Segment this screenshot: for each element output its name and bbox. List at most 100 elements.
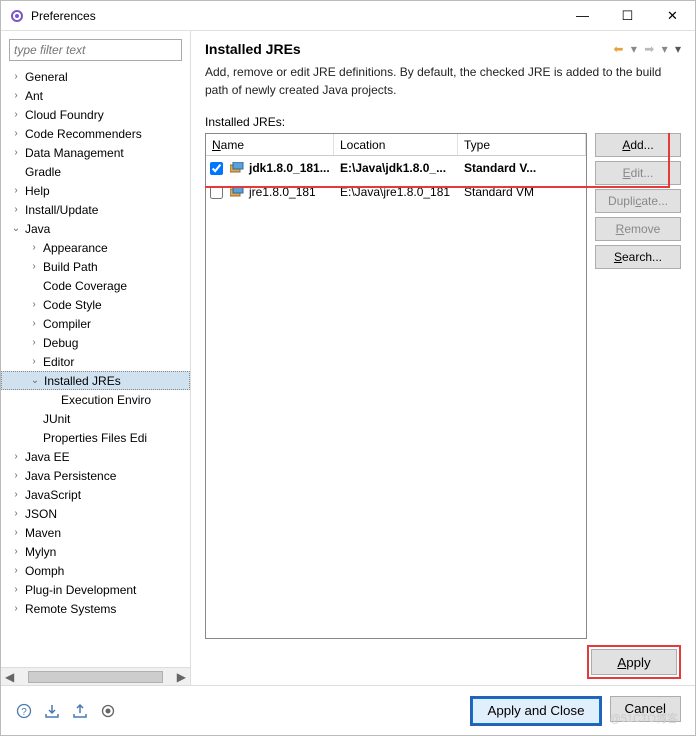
chevron-right-icon[interactable]: › bbox=[9, 489, 23, 500]
chevron-right-icon[interactable]: › bbox=[27, 242, 41, 253]
chevron-right-icon[interactable]: › bbox=[9, 128, 23, 139]
duplicate-button[interactable]: Duplicate... bbox=[595, 189, 681, 213]
jre-table[interactable]: Name Location Type jdk1.8.0_181...E:\Jav… bbox=[205, 133, 587, 639]
record-icon[interactable] bbox=[99, 702, 117, 720]
col-type[interactable]: Type bbox=[458, 134, 586, 155]
tree-item[interactable]: ›Properties Files Edi bbox=[1, 428, 190, 447]
chevron-right-icon[interactable]: › bbox=[9, 546, 23, 557]
installed-jres-label: Installed JREs: bbox=[205, 115, 681, 129]
tree-item[interactable]: ›Editor bbox=[1, 352, 190, 371]
chevron-right-icon[interactable]: › bbox=[27, 337, 41, 348]
tree-item[interactable]: ⌄Installed JREs bbox=[1, 371, 190, 390]
nav-arrows[interactable]: ⬅ ▾ ➡ ▾ ▾ bbox=[609, 42, 681, 56]
tree-item[interactable]: ⌄Java bbox=[1, 219, 190, 238]
tree-item[interactable]: ›Install/Update bbox=[1, 200, 190, 219]
tree-item[interactable]: ›Execution Enviro bbox=[1, 390, 190, 409]
chevron-right-icon[interactable]: › bbox=[27, 261, 41, 272]
tree-item[interactable]: ›Gradle bbox=[1, 162, 190, 181]
export-icon[interactable] bbox=[71, 702, 89, 720]
back-dropdown-icon[interactable]: ▾ bbox=[631, 42, 637, 56]
chevron-right-icon[interactable]: › bbox=[9, 71, 23, 82]
preferences-icon bbox=[9, 8, 25, 24]
tree-item[interactable]: ›Plug-in Development bbox=[1, 580, 190, 599]
chevron-right-icon[interactable]: › bbox=[27, 299, 41, 310]
tree-item[interactable]: ›Build Path bbox=[1, 257, 190, 276]
tree-item[interactable]: ›Help bbox=[1, 181, 190, 200]
col-location[interactable]: Location bbox=[334, 134, 458, 155]
table-row[interactable]: jre1.8.0_181E:\Java\jre1.8.0_181Standard… bbox=[206, 180, 586, 204]
chevron-right-icon[interactable]: › bbox=[9, 565, 23, 576]
chevron-right-icon[interactable]: › bbox=[9, 584, 23, 595]
tree-item[interactable]: ›Code Style bbox=[1, 295, 190, 314]
horizontal-scrollbar[interactable]: ◀▶ bbox=[1, 667, 190, 685]
tree-item[interactable]: ›General bbox=[1, 67, 190, 86]
import-icon[interactable] bbox=[43, 702, 61, 720]
chevron-right-icon[interactable]: › bbox=[9, 90, 23, 101]
chevron-down-icon[interactable]: ⌄ bbox=[28, 375, 42, 386]
minimize-button[interactable]: — bbox=[560, 1, 605, 30]
help-icon[interactable]: ? bbox=[15, 702, 33, 720]
search-button[interactable]: Search... bbox=[595, 245, 681, 269]
tree-item-label: Cloud Foundry bbox=[23, 108, 104, 122]
chevron-right-icon[interactable]: › bbox=[27, 356, 41, 367]
tree-item[interactable]: ›JavaScript bbox=[1, 485, 190, 504]
close-button[interactable]: ✕ bbox=[650, 1, 695, 30]
chevron-right-icon[interactable]: › bbox=[9, 527, 23, 538]
tree-item-label: Oomph bbox=[23, 564, 64, 578]
tree-item[interactable]: ›Ant bbox=[1, 86, 190, 105]
chevron-right-icon[interactable]: › bbox=[9, 451, 23, 462]
col-name[interactable]: Name bbox=[206, 134, 334, 155]
edit-button[interactable]: Edit... bbox=[595, 161, 681, 185]
chevron-right-icon[interactable]: › bbox=[9, 109, 23, 120]
tree-item-label: Ant bbox=[23, 89, 43, 103]
tree-item[interactable]: ›Debug bbox=[1, 333, 190, 352]
chevron-right-icon[interactable]: › bbox=[9, 603, 23, 614]
tree-item[interactable]: ›Java Persistence bbox=[1, 466, 190, 485]
apply-and-close-button[interactable]: Apply and Close bbox=[472, 698, 599, 724]
maximize-button[interactable]: ☐ bbox=[605, 1, 650, 30]
page-title: Installed JREs bbox=[205, 41, 609, 57]
tree-item-label: Remote Systems bbox=[23, 602, 116, 616]
cancel-button[interactable]: Cancel bbox=[610, 696, 682, 722]
forward-dropdown-icon[interactable]: ▾ bbox=[662, 42, 668, 56]
tree-item[interactable]: ›Maven bbox=[1, 523, 190, 542]
tree-item[interactable]: ›Cloud Foundry bbox=[1, 105, 190, 124]
tree-item[interactable]: ›Appearance bbox=[1, 238, 190, 257]
chevron-right-icon[interactable]: › bbox=[9, 470, 23, 481]
tree-item[interactable]: ›Data Management bbox=[1, 143, 190, 162]
tree-item[interactable]: ›Mylyn bbox=[1, 542, 190, 561]
tree-item-label: Compiler bbox=[41, 317, 91, 331]
filter-input[interactable] bbox=[9, 39, 182, 61]
tree-item[interactable]: ›Compiler bbox=[1, 314, 190, 333]
preferences-tree[interactable]: ›General›Ant›Cloud Foundry›Code Recommen… bbox=[1, 65, 190, 667]
tree-item-label: Install/Update bbox=[23, 203, 98, 217]
chevron-right-icon[interactable]: › bbox=[9, 508, 23, 519]
jre-checkbox[interactable] bbox=[210, 162, 223, 175]
tree-item[interactable]: ›Remote Systems bbox=[1, 599, 190, 618]
jre-checkbox[interactable] bbox=[210, 186, 223, 199]
apply-button[interactable]: Apply bbox=[591, 649, 677, 675]
tree-item[interactable]: ›JSON bbox=[1, 504, 190, 523]
chevron-right-icon[interactable]: › bbox=[27, 318, 41, 329]
tree-panel: ›General›Ant›Cloud Foundry›Code Recommen… bbox=[1, 31, 191, 685]
description: Add, remove or edit JRE definitions. By … bbox=[205, 63, 681, 99]
tree-item[interactable]: ›JUnit bbox=[1, 409, 190, 428]
tree-item[interactable]: ›Code Recommenders bbox=[1, 124, 190, 143]
table-row[interactable]: jdk1.8.0_181...E:\Java\jdk1.8.0_...Stand… bbox=[206, 156, 586, 180]
menu-dropdown-icon[interactable]: ▾ bbox=[675, 42, 681, 56]
remove-button[interactable]: Remove bbox=[595, 217, 681, 241]
jre-location: E:\Java\jdk1.8.0_... bbox=[334, 161, 458, 175]
chevron-right-icon[interactable]: › bbox=[9, 185, 23, 196]
chevron-right-icon[interactable]: › bbox=[9, 147, 23, 158]
chevron-down-icon[interactable]: ⌄ bbox=[9, 223, 23, 234]
tree-item[interactable]: ›Oomph bbox=[1, 561, 190, 580]
add-button[interactable]: Add... bbox=[595, 133, 681, 157]
tree-item-label: Build Path bbox=[41, 260, 98, 274]
chevron-right-icon[interactable]: › bbox=[9, 204, 23, 215]
forward-icon[interactable]: ➡ bbox=[644, 42, 654, 56]
tree-item[interactable]: ›Java EE bbox=[1, 447, 190, 466]
jre-icon bbox=[229, 184, 245, 200]
tree-item[interactable]: ›Code Coverage bbox=[1, 276, 190, 295]
back-icon[interactable]: ⬅ bbox=[613, 42, 623, 56]
tree-item-label: Debug bbox=[41, 336, 78, 350]
